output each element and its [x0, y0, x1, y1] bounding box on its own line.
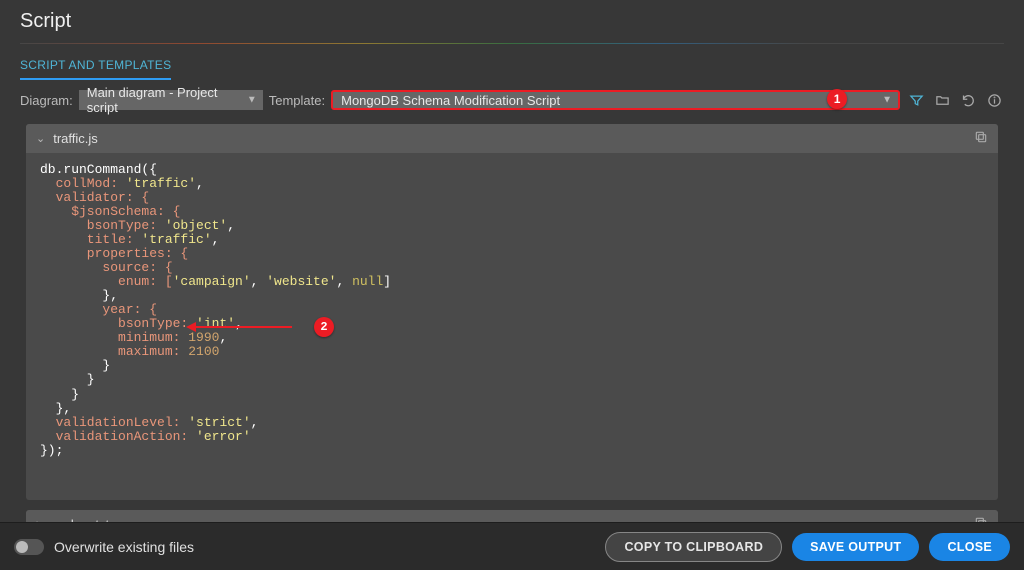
chevron-down-icon: ⌄ [36, 132, 45, 145]
toggle-knob [16, 541, 28, 553]
save-output-button[interactable]: SAVE OUTPUT [792, 533, 919, 561]
copy-icon[interactable] [974, 130, 988, 147]
chevron-down-icon: ▼ [882, 95, 892, 106]
code-panel-traffic: ⌄ traffic.js db.runCommand({ collMod: 't… [26, 124, 998, 500]
template-select[interactable]: MongoDB Schema Modification Script ▼ [331, 90, 900, 110]
diagram-label: Diagram: [20, 93, 73, 108]
code-body: db.runCommand({ collMod: 'traffic', vali… [26, 153, 998, 500]
filter-icon[interactable] [906, 90, 926, 110]
overwrite-toggle[interactable] [14, 539, 44, 555]
folder-icon[interactable] [932, 90, 952, 110]
undo-icon[interactable] [958, 90, 978, 110]
accent-divider [20, 43, 1004, 44]
tab-script-and-templates[interactable]: SCRIPT AND TEMPLATES [20, 58, 171, 80]
annotation-marker-2: 2 [314, 317, 334, 337]
footer-bar: Overwrite existing files COPY TO CLIPBOA… [0, 522, 1024, 570]
file-header-traffic[interactable]: ⌄ traffic.js [26, 124, 998, 153]
template-label: Template: [269, 93, 325, 108]
diagram-select-value: Main diagram - Project script [87, 85, 239, 115]
chevron-down-icon: ▼ [247, 95, 257, 106]
template-select-value: MongoDB Schema Modification Script [341, 93, 560, 108]
info-icon[interactable] [984, 90, 1004, 110]
copy-to-clipboard-button[interactable]: COPY TO CLIPBOARD [605, 532, 782, 562]
dialog-title: Script [0, 0, 1024, 39]
file-name: traffic.js [53, 131, 974, 146]
overwrite-label: Overwrite existing files [54, 539, 194, 555]
diagram-select[interactable]: Main diagram - Project script ▼ [79, 90, 263, 110]
close-button[interactable]: CLOSE [929, 533, 1010, 561]
annotation-marker-1: 1 [827, 89, 847, 109]
